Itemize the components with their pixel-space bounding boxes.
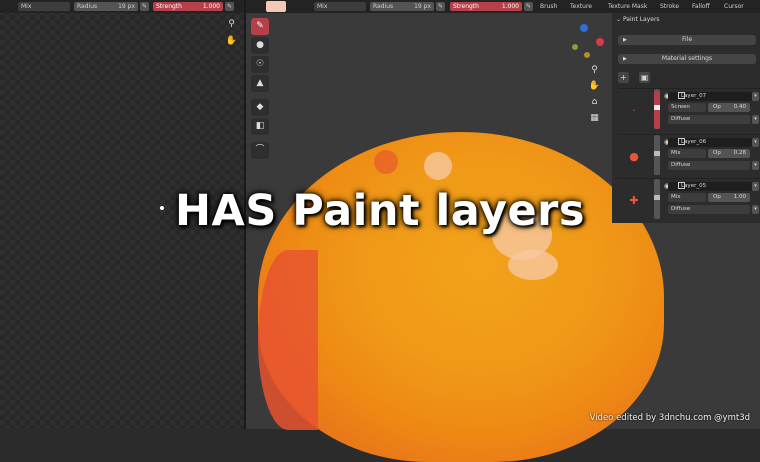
layer-blend-dropdown[interactable]: Screen	[668, 103, 706, 112]
camera-icon[interactable]: ⌂	[588, 96, 601, 109]
chevron-down-icon[interactable]: ▾	[752, 115, 759, 124]
menu-texture-mask[interactable]: Texture Mask	[608, 0, 647, 13]
drop-icon[interactable]: ●	[251, 37, 269, 54]
image-editor-header: Mix Radius 19 px ✎ Strength 1.000 ✎	[0, 0, 244, 13]
opacity-value: 0.28	[733, 150, 746, 156]
expand-icon: ▶	[623, 37, 627, 43]
chevron-down-icon[interactable]: ▾	[752, 92, 759, 101]
panel-title: Paint Layers	[622, 16, 660, 23]
grid-icon[interactable]: ▦	[588, 112, 601, 125]
viewport-header: Mix Radius 19 px ✎ Strength 1.000 ✎ Brush …	[246, 0, 760, 13]
opacity-value: 0.40	[733, 104, 746, 110]
layer-opacity-field[interactable]: Op 0.28	[708, 149, 750, 158]
menu-texture[interactable]: Texture	[570, 0, 592, 13]
layer-image-icon	[678, 138, 685, 145]
blend-mode-dropdown[interactable]: Mix	[18, 2, 70, 11]
radius-label: Radius	[373, 3, 394, 10]
layer-channel-dropdown[interactable]: Diffuse	[668, 115, 750, 124]
material-settings-label: Material settings	[661, 55, 713, 62]
layer-channel-dropdown[interactable]: Diffuse	[668, 161, 750, 170]
radius-field[interactable]: Radius 19 px	[370, 2, 434, 11]
strength-value: 1.000	[202, 3, 220, 10]
blend-mode-dropdown[interactable]: Mix	[314, 2, 366, 11]
hand-icon[interactable]: ✋	[225, 35, 238, 48]
mask-icon[interactable]: ◧	[251, 118, 269, 135]
navigation-gizmo[interactable]	[564, 20, 614, 70]
gizmo-x-axis[interactable]	[596, 38, 604, 46]
hand-icon[interactable]: ✋	[588, 80, 601, 93]
file-label: File	[681, 36, 693, 43]
add-layer-button[interactable]: +	[618, 72, 629, 83]
panel-header[interactable]: ⌄ Paint Layers	[616, 16, 660, 23]
zoom-icon[interactable]: ⚲	[588, 64, 601, 77]
collapse-icon: ⌄	[616, 16, 622, 23]
strength-pressure-icon[interactable]: ✎	[524, 2, 533, 11]
video-title-overlay: HAS Paint layers	[175, 186, 585, 236]
material-settings-button[interactable]: ▶ Material settings	[618, 54, 756, 64]
layer-item[interactable]: · ◉ Layer_07 ▾ Screen Op0.40 Diffuse ▾	[618, 88, 760, 129]
radius-pressure-icon[interactable]: ✎	[140, 2, 149, 11]
gizmo-neg-axis[interactable]	[584, 52, 590, 58]
slider-fill	[654, 91, 660, 129]
strength-pressure-icon[interactable]: ✎	[225, 2, 234, 11]
menu-cursor[interactable]: Cursor	[724, 0, 744, 13]
slider-handle[interactable]	[654, 105, 660, 110]
highlight-blob	[508, 250, 558, 280]
tool-shelf: ✎ ● ☉ ▲ ◆ ◧ ⌒	[249, 15, 271, 159]
smear-icon[interactable]: ☉	[251, 56, 269, 73]
zoom-icon[interactable]: ⚲	[225, 18, 238, 31]
highlight-blob	[424, 152, 452, 180]
layer-opacity-field[interactable]: Op 0.40	[708, 103, 750, 112]
menu-falloff[interactable]: Falloff	[692, 0, 710, 13]
radius-value: 19 px	[414, 3, 431, 10]
opacity-label: Op	[713, 150, 721, 156]
radius-value: 19 px	[118, 3, 135, 10]
paint-spot	[374, 150, 398, 174]
opacity-label: Op	[713, 104, 721, 110]
radius-pressure-icon[interactable]: ✎	[436, 2, 445, 11]
layer-blend-dropdown[interactable]: Mix	[668, 149, 706, 158]
expand-icon: ▶	[623, 56, 627, 62]
chevron-down-icon[interactable]: ▾	[752, 161, 759, 170]
strength-field[interactable]: Strength 1.000	[450, 2, 522, 11]
menu-brush[interactable]: Brush	[540, 0, 557, 13]
radius-label: Radius	[77, 3, 98, 10]
strength-value: 1.000	[501, 3, 519, 10]
annotate-icon[interactable]: ⌒	[251, 142, 269, 159]
layer-opacity-slider[interactable]	[654, 89, 660, 129]
strength-label: Strength	[156, 3, 182, 10]
object-shade	[258, 250, 318, 430]
clone-icon[interactable]: ▲	[251, 75, 269, 92]
strength-field[interactable]: Strength 1.000	[153, 2, 223, 11]
radius-field[interactable]: Radius 19 px	[74, 2, 138, 11]
fill-icon[interactable]: ◆	[251, 99, 269, 116]
video-credit: Video edited by 3dnchu.com @ymt3d	[589, 413, 750, 423]
layer-thumbnail: ·	[632, 104, 636, 117]
strength-label: Strength	[453, 3, 479, 10]
layer-opacity-slider[interactable]	[654, 135, 660, 175]
gizmo-z-axis[interactable]	[580, 24, 588, 32]
color-swatch[interactable]	[266, 1, 286, 12]
layer-item[interactable]: ● ◉ Layer_06 ▾ Mix Op0.28 Diffuse ▾	[618, 134, 760, 175]
blend-mode-label: Mix	[317, 3, 328, 10]
blend-mode-label: Mix	[21, 3, 32, 10]
image-icon[interactable]: ▣	[639, 72, 650, 83]
gizmo-y-axis[interactable]	[572, 44, 578, 50]
layer-image-icon	[678, 92, 685, 99]
menu-stroke[interactable]: Stroke	[660, 0, 679, 13]
file-button[interactable]: ▶ File	[618, 35, 756, 45]
chevron-down-icon[interactable]: ▾	[752, 138, 759, 147]
brush-icon[interactable]: ✎	[251, 18, 269, 35]
slider-handle[interactable]	[654, 151, 660, 156]
layer-thumbnail: ●	[629, 150, 639, 163]
